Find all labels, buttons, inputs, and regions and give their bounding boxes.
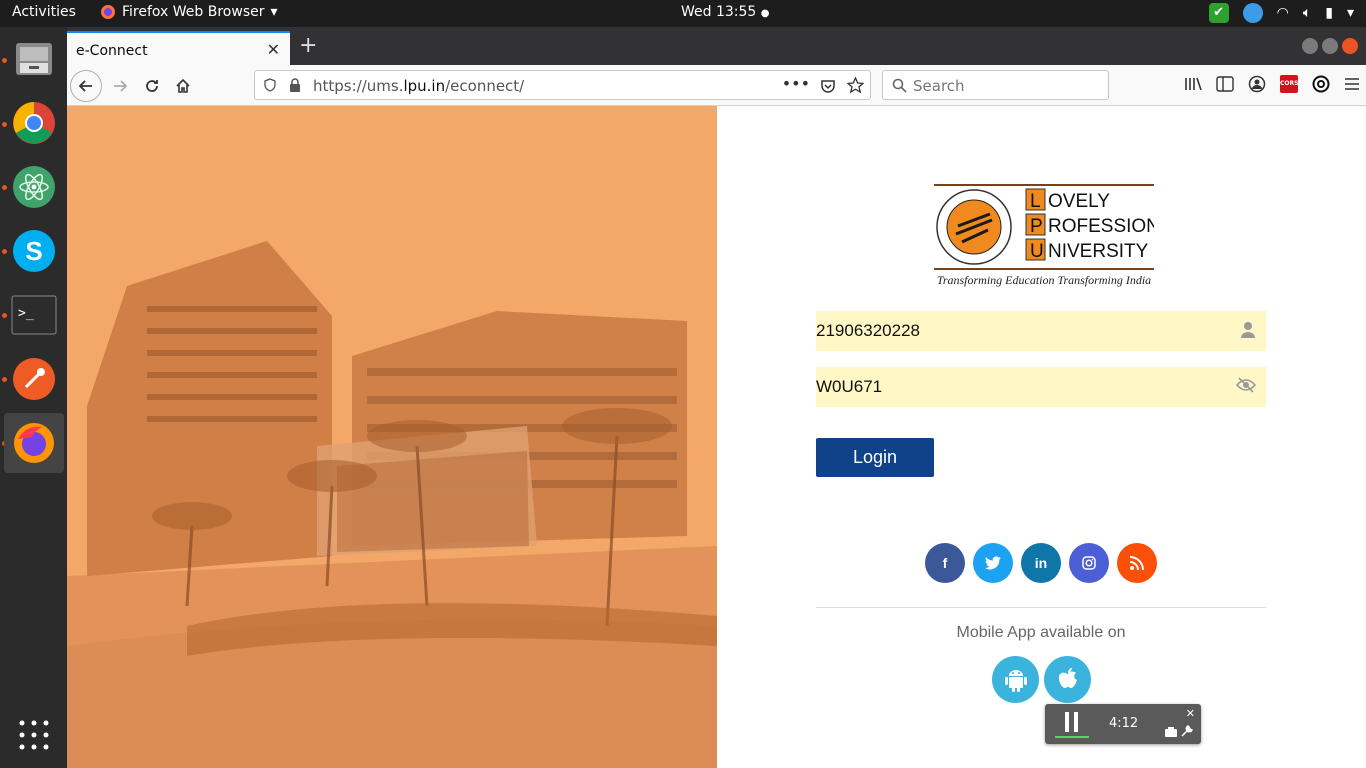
new-tab-button[interactable]: + (299, 33, 317, 58)
chrome-icon[interactable] (4, 93, 64, 153)
twitter-icon[interactable] (973, 543, 1013, 583)
divider (816, 607, 1266, 608)
apple-icon[interactable] (1044, 656, 1091, 703)
logo-tagline: Transforming Education Transforming Indi… (937, 273, 1151, 287)
dock: S >_ (0, 27, 67, 768)
battery-icon: ▮ (1325, 5, 1333, 21)
close-icon[interactable]: ✕ (1186, 707, 1195, 720)
sidebar-icon[interactable] (1216, 76, 1234, 92)
account-icon[interactable] (1248, 75, 1266, 93)
facebook-icon[interactable]: f (925, 543, 965, 583)
home-icon (176, 78, 190, 93)
logo-letter-u: U (1030, 241, 1044, 262)
back-button[interactable] (70, 70, 102, 102)
page-content: L P U OVELY ROFESSIONAL NIVERSITY Transf… (67, 106, 1366, 768)
linkedin-icon[interactable]: in (1021, 543, 1061, 583)
wrench-icon[interactable] (1181, 725, 1193, 737)
app-name: Firefox Web Browser (122, 4, 265, 20)
url-bar[interactable]: https://ums.lpu.in/econnect/ ••• (254, 70, 871, 100)
files-icon[interactable] (4, 29, 64, 89)
pause-icon[interactable] (1063, 711, 1081, 733)
mobile-app-text: Mobile App available on (956, 624, 1126, 641)
eye-slash-icon[interactable] (1236, 377, 1256, 393)
maximize-button[interactable] (1322, 38, 1338, 54)
chevron-down-icon: ▾ (270, 4, 278, 20)
logo-word-university: NIVERSITY (1048, 241, 1149, 262)
password-value: W0U671 (816, 377, 883, 396)
check-icon[interactable]: ✔ (1208, 3, 1229, 23)
search-placeholder: Search (913, 77, 965, 95)
pocket-icon[interactable] (820, 78, 836, 94)
login-panel: L P U OVELY ROFESSIONAL NIVERSITY Transf… (717, 106, 1366, 768)
firefox-icon (101, 5, 115, 19)
tab-bar: e-Connect ✕ + (67, 27, 1366, 65)
wifi-icon: ◠ (1276, 5, 1289, 21)
app-menu[interactable]: Firefox Web Browser ▾ (100, 4, 278, 20)
url-text[interactable]: https://ums.lpu.in/econnect/ (313, 77, 524, 95)
reload-button[interactable] (137, 71, 167, 101)
skype-icon[interactable]: S (4, 221, 64, 281)
cors-extension-icon[interactable]: CORS (1280, 75, 1298, 93)
search-icon (892, 78, 907, 93)
page-actions-icon[interactable]: ••• (782, 74, 810, 93)
window-controls (1302, 38, 1358, 54)
recorder-time: 4:12 (1109, 716, 1139, 731)
logo-word-lovely: OVELY (1048, 191, 1110, 212)
home-button[interactable] (168, 71, 198, 101)
camera-icon[interactable] (1165, 726, 1177, 737)
blog-icon[interactable] (1117, 543, 1157, 583)
search-bar[interactable]: Search (882, 70, 1109, 100)
lock-icon[interactable] (289, 78, 301, 92)
svg-text:S: S (25, 236, 42, 266)
logo-word-professional: ROFESSIONAL (1048, 216, 1154, 237)
svg-text:>_: >_ (18, 306, 34, 321)
shield-icon[interactable] (263, 78, 277, 92)
login-button[interactable]: Login (816, 438, 934, 477)
recorder-level-bar (1055, 736, 1089, 738)
volume-icon: 🔈︎ (1302, 5, 1312, 21)
tab-econnect[interactable]: e-Connect ✕ (67, 31, 290, 65)
instagram-icon[interactable] (1069, 543, 1109, 583)
postman-icon[interactable] (4, 349, 64, 409)
terminal-icon[interactable]: >_ (4, 285, 64, 345)
toolbar-icons: CORS (1184, 75, 1360, 93)
tab-title: e-Connect (76, 43, 148, 59)
atom-icon[interactable] (4, 157, 64, 217)
extension-icon[interactable] (1312, 75, 1330, 93)
campus-hero-image (67, 106, 717, 768)
arrow-right-icon (114, 80, 128, 92)
hamburger-menu-icon[interactable] (1344, 77, 1360, 91)
firefox-dock-icon[interactable] (4, 413, 64, 473)
username-value: 21906320228 (816, 321, 921, 340)
activities-button[interactable]: Activities (12, 4, 76, 20)
android-icon[interactable] (992, 656, 1039, 703)
system-top-bar: Activities Firefox Web Browser ▾ Wed 13:… (0, 0, 1366, 27)
logo-letter-p: P (1030, 216, 1043, 237)
system-tray[interactable]: ✔ ◠ 🔈︎ ▮ ▾ (1208, 3, 1354, 23)
navigation-toolbar: https://ums.lpu.in/econnect/ ••• Search … (67, 65, 1366, 106)
logo-letter-l: L (1030, 191, 1041, 212)
username-field[interactable]: 21906320228 (816, 311, 1266, 351)
show-apps-icon[interactable] (4, 705, 64, 765)
user-icon (1241, 322, 1255, 338)
forward-button[interactable] (105, 71, 135, 101)
bookmark-star-icon[interactable] (847, 77, 864, 94)
library-icon[interactable] (1184, 76, 1202, 92)
password-field[interactable]: W0U671 (816, 367, 1266, 407)
close-icon[interactable]: ✕ (267, 40, 280, 59)
app-store-links (992, 656, 1091, 703)
reload-icon (146, 80, 158, 92)
clock[interactable]: Wed 13:55 ● (681, 4, 770, 20)
close-window-button[interactable] (1342, 38, 1358, 54)
lpu-logo: L P U OVELY ROFESSIONAL NIVERSITY Transf… (934, 184, 1183, 289)
timer-icon[interactable] (1242, 3, 1263, 23)
minimize-button[interactable] (1302, 38, 1318, 54)
social-links: f in (925, 543, 1157, 583)
chevron-down-icon: ▾ (1346, 5, 1354, 21)
arrow-left-icon (78, 80, 92, 92)
screen-recorder-widget: 4:12 ✕ (1045, 704, 1201, 744)
